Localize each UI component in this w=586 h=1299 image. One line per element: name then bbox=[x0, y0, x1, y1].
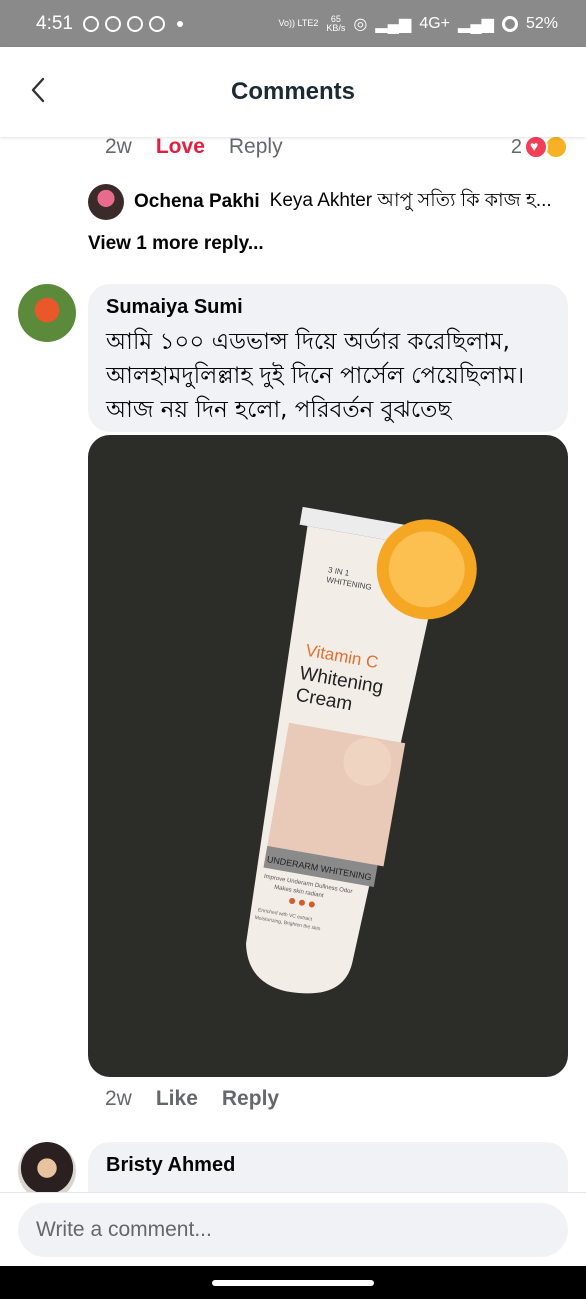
hotspot-icon: ◎ bbox=[353, 15, 368, 33]
comment-composer bbox=[0, 1192, 586, 1266]
comment-bubble[interactable]: Bristy Ahmed bbox=[88, 1142, 568, 1192]
reply-button[interactable]: Reply bbox=[229, 137, 283, 159]
reply-button[interactable]: Reply bbox=[222, 1087, 279, 1111]
heart-icon bbox=[524, 137, 548, 159]
network-speed: 65 KB/s bbox=[326, 13, 346, 33]
messenger-icon bbox=[82, 15, 99, 32]
volte-label: Vo)) LTE2 bbox=[278, 18, 319, 28]
reply-text: Keya Akhter আপু সত্যি কি কাজ হ... bbox=[269, 190, 552, 211]
home-indicator[interactable] bbox=[212, 1280, 374, 1286]
notification-dot-icon bbox=[176, 20, 183, 27]
view-more-replies-link[interactable]: View 1 more reply... bbox=[88, 233, 264, 255]
comment-author[interactable]: Bristy Ahmed bbox=[106, 1154, 550, 1177]
comment-input[interactable] bbox=[18, 1203, 568, 1257]
comment-photo[interactable]: 3 IN 1 WHITENING Vitamin C Whitening Cre… bbox=[88, 435, 568, 1077]
comments-header: Comments bbox=[0, 47, 586, 137]
status-bar: 4:51 Vo)) LTE2 65 KB/s ◎ ▂▄▆ 4G+ ▂▄▆ 52% bbox=[0, 0, 586, 47]
system-nav-bar bbox=[0, 1266, 586, 1299]
reply-preview[interactable]: Ochena Pakhi Keya Akhter আপু সত্যি কি কা… bbox=[88, 184, 552, 220]
page-title: Comments bbox=[230, 78, 356, 105]
avatar[interactable] bbox=[18, 1142, 76, 1192]
messenger-icon bbox=[104, 15, 121, 32]
comment-time: 2w bbox=[105, 137, 132, 158]
comment-time: 2w bbox=[105, 1087, 132, 1110]
battery-level: 52% bbox=[525, 14, 558, 32]
like-button[interactable]: Like bbox=[156, 1087, 198, 1111]
avatar[interactable] bbox=[88, 184, 124, 220]
signal-icon: ▂▄▆ bbox=[375, 15, 412, 33]
comment-actions: 2w Like Reply bbox=[105, 1087, 279, 1111]
product-photo-image: 3 IN 1 WHITENING Vitamin C Whitening Cre… bbox=[245, 506, 477, 994]
love-reaction-button[interactable]: Love bbox=[156, 137, 205, 159]
signal-icon: ▂▄▆ bbox=[458, 15, 494, 33]
comment-text: আমি ১০০ এডভান্স দিয়ে অর্ডার করেছিলাম, আ… bbox=[106, 329, 525, 423]
sync-icon bbox=[126, 15, 143, 32]
comment-bubble[interactable]: Sumaiya Sumi আমি ১০০ এডভান্স দিয়ে অর্ডা… bbox=[88, 284, 568, 432]
reaction-summary[interactable]: 2 bbox=[511, 137, 568, 159]
reply-author[interactable]: Ochena Pakhi bbox=[134, 191, 260, 213]
comment-actions: 2w Love Reply bbox=[105, 137, 283, 159]
battery-icon bbox=[501, 15, 518, 32]
avatar[interactable] bbox=[18, 284, 76, 342]
status-time: 4:51 bbox=[36, 12, 73, 34]
comment-author[interactable]: Sumaiya Sumi bbox=[106, 296, 550, 319]
network-type: 4G+ bbox=[419, 14, 451, 32]
reaction-count: 2 bbox=[510, 137, 522, 158]
comments-list[interactable]: 2w Love Reply 2 Ochena Pakhi Keya Akhter… bbox=[0, 137, 586, 1192]
sync-icon bbox=[148, 15, 165, 32]
